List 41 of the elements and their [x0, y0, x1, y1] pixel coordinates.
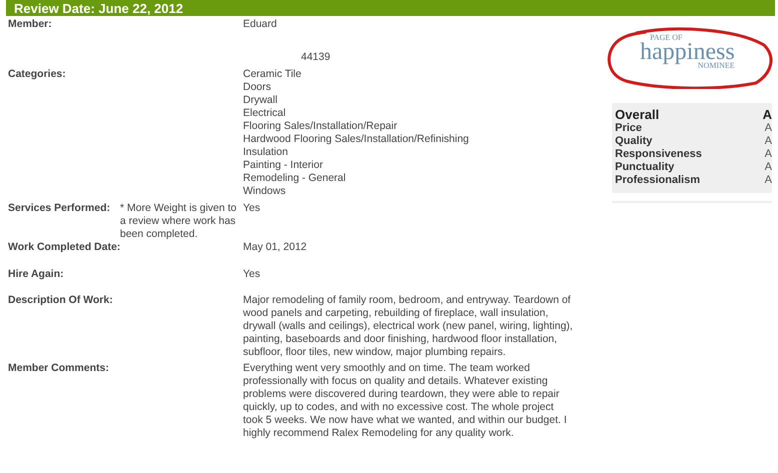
field-value: May 01, 2012 — [243, 241, 308, 254]
badge-caption: PAGE OF — [649, 34, 684, 42]
field-label: Categories: — [8, 68, 67, 81]
category-item: Doors — [243, 81, 272, 94]
field-label: Member: — [8, 18, 53, 31]
rating-grade: A — [762, 107, 772, 122]
field-label: Hire Again: — [8, 268, 65, 281]
category-item: Drywall — [243, 94, 278, 107]
review-date-title: Review Date: June 22, 2012 — [14, 0, 184, 16]
field-label: Work Completed Date: — [8, 241, 122, 254]
rating-grade: A — [764, 122, 772, 135]
rating-label: Responsiveness — [615, 148, 702, 161]
category-item: Remodeling - General — [243, 172, 347, 185]
badge-title: happiness — [640, 42, 735, 62]
rating-grade: A — [764, 135, 772, 148]
field-label: Services Performed: — [8, 202, 112, 215]
rating-label: Overall — [615, 107, 660, 122]
rating-label: Punctuality — [615, 161, 674, 174]
rating-label: Quality — [615, 135, 652, 148]
badge-caption: NOMINEE — [698, 62, 735, 70]
field-label: Member Comments: — [8, 362, 110, 375]
category-item: Electrical — [243, 107, 287, 120]
zip-code: 44139 — [300, 51, 332, 64]
field-label: Description Of Work: — [8, 294, 114, 307]
field-value: Yes — [243, 268, 262, 281]
rating-label: Professionalism — [615, 174, 700, 187]
category-item: Windows — [243, 185, 287, 198]
rating-grade: A — [764, 148, 772, 161]
paragraph: Everything went very smoothly and on time. The team worked professionally with focus on quality and details. Whatever existing problems were discovered during teardown, they were able to repair quickly, up to codes, and with no excessive cost. The whole project took 5 weeks. We now have what we wanted, and within our budget. I highly recommend Ralex Remodeling for any quality work. — [243, 362, 568, 440]
rating-grade: A — [764, 161, 772, 174]
member-name: Eduard — [243, 18, 278, 31]
paragraph: Major remodeling of family room, bedroom, and entryway. Teardown of wood panels and carpeting, rebuilding of fireplace, wall insulation, drywall (walls and ceilings), electrical work (new panel, wiring, lighting), painting, baseboards and door finishing, hardwood floor installation, subfloor, floor tiles, new window, major plumbing repairs. — [243, 294, 574, 359]
category-item: Hardwood Flooring Sales/Installation/Refinishing — [243, 133, 470, 146]
category-item: Insulation — [243, 146, 289, 159]
category-item: Flooring Sales/Installation/Repair — [243, 120, 398, 133]
category-item: Painting - Interior — [243, 159, 324, 172]
rating-grade: A — [764, 174, 772, 187]
rating-label: Price — [615, 122, 642, 135]
category-item: Ceramic Tile — [243, 68, 302, 81]
weight-note: * More Weight is given to a review where work has been completed. — [120, 202, 238, 241]
field-value: Yes — [243, 202, 262, 215]
